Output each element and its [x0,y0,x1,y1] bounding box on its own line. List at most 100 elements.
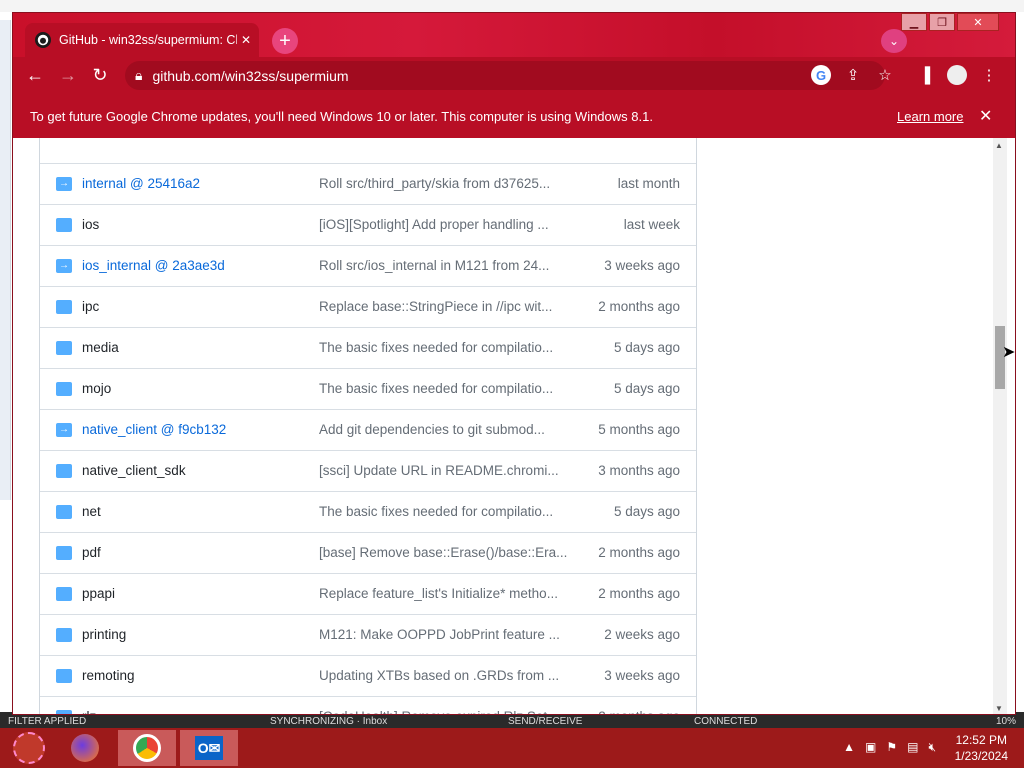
tab-title: GitHub - win32ss/supermium: Ch [59,33,237,47]
file-row: rlz [CodeHealth] Remove expired Rlz.Set..… [40,696,696,714]
folder-icon [56,669,72,683]
commit-message-link[interactable]: Add git dependencies to git submod... [319,422,545,437]
file-name-link[interactable]: pdf [82,545,101,560]
folder-icon [56,341,72,355]
file-row: native_client_sdk [ssci] Update URL in RE… [40,450,696,491]
maximize-button[interactable]: ❐ [929,13,955,31]
background-title-strip [0,0,1024,12]
taskbar: O✉ ▲ ▣ ⚑ ▤ 🔇︎ 12:52 PM 1/23/2024 [0,728,1024,768]
commit-age: 3 months ago [598,463,680,478]
firefox-icon[interactable] [56,730,114,766]
commit-age: 3 weeks ago [604,258,680,273]
file-name-link[interactable]: printing [82,627,126,642]
tray-expand-icon[interactable]: ▲ [843,740,855,755]
commit-message-link[interactable]: [base] Remove base::Erase()/base::Era... [319,545,567,560]
commit-age: 5 months ago [598,422,680,437]
browser-toolbar: ← → ↻ 🔒︎ github.com/win32ss/supermium G … [13,57,1015,94]
url-text: github.com/win32ss/supermium [152,67,349,84]
chrome-icon[interactable] [118,730,176,766]
new-tab-button[interactable]: + [272,28,298,54]
file-row: pdf [base] Remove base::Erase()/base::Era… [40,532,696,573]
file-row: printing M121: Make OOPPD JobPrint featur… [40,614,696,655]
file-name-link[interactable]: mojo [82,381,111,396]
file-name-link[interactable]: net [82,504,101,519]
commit-age: 2 months ago [598,545,680,560]
file-name-link[interactable]: ios_internal @ 2a3ae3d [82,258,225,273]
side-panel-icon[interactable]: ▐ [915,65,935,85]
commit-message-link[interactable]: The basic fixes needed for compilatio... [319,381,553,396]
file-name-link[interactable]: remoting [82,668,135,683]
window-controls: ▁ ❐ ✕ [901,13,999,31]
close-tab-icon[interactable]: ✕ [241,33,251,47]
commit-age: 5 days ago [613,504,680,519]
minimize-button[interactable]: ▁ [901,13,927,31]
page-content: → internal @ 25416a2 Roll src/third_party/… [13,138,1015,714]
google-lens-icon[interactable]: G [811,65,831,85]
commit-message-link[interactable]: The basic fixes needed for compilatio... [319,504,553,519]
file-row: mojo The basic fixes needed for compilati… [40,368,696,409]
chrome-window: GitHub - win32ss/supermium: Ch ✕ + ⌄ ▁ ❐… [12,12,1016,715]
file-name-link[interactable]: media [82,340,119,355]
folder-icon [56,587,72,601]
commit-message-link[interactable]: Replace base::StringPiece in //ipc wit..… [319,299,552,314]
commit-message-link[interactable]: [iOS][Spotlight] Add proper handling ... [319,217,549,232]
mute-icon[interactable]: 🔇︎ [928,740,936,755]
share-icon[interactable]: ⇪ [843,65,863,85]
background-sidebar [0,20,11,500]
commit-age: 2 months ago [598,709,680,714]
commit-age: last week [623,217,680,232]
commit-message-link[interactable]: Roll src/ios_internal in M121 from 24... [319,258,549,273]
mouse-cursor-icon: ➤ [1002,344,1016,361]
file-list: → internal @ 25416a2 Roll src/third_party/… [39,138,697,714]
commit-age: 3 weeks ago [604,668,680,683]
address-bar[interactable]: 🔒︎ github.com/win32ss/supermium [125,61,885,90]
commit-age: 2 months ago [598,586,680,601]
vertical-scrollbar[interactable]: ▲ ▼ [993,138,1007,714]
scroll-up-icon[interactable]: ▲ [995,141,1003,150]
commit-age: last month [617,176,680,191]
commit-message-link[interactable]: Replace feature_list's Initialize* metho… [319,586,558,601]
commit-message-link[interactable]: The basic fixes needed for compilatio... [319,340,553,355]
commit-message-link[interactable]: M121: Make OOPPD JobPrint feature ... [319,627,560,642]
learn-more-link[interactable]: Learn more [897,109,963,124]
close-infobar-icon[interactable]: ✕ [979,106,992,126]
menu-dots-icon[interactable]: ⋮ [979,65,999,85]
system-tray: ▲ ▣ ⚑ ▤ 🔇︎ [843,740,936,755]
file-name-link[interactable]: native_client_sdk [82,463,186,478]
file-name-link[interactable]: native_client @ f9cb132 [82,422,226,437]
file-name-link[interactable]: ios [82,217,99,232]
folder-icon [56,464,72,478]
clock-date: 1/23/2024 [954,749,1008,763]
file-name-link[interactable]: ppapi [82,586,115,601]
clock[interactable]: 12:52 PM 1/23/2024 [955,732,1008,764]
file-name-link[interactable]: internal @ 25416a2 [82,176,200,191]
reload-icon[interactable]: ↻ [88,63,112,87]
network-icon[interactable]: ▤ [907,740,918,755]
file-row: media The basic fixes needed for compilat… [40,327,696,368]
file-row: → ios_internal @ 2a3ae3d Roll src/ios_inte… [40,245,696,286]
close-window-button[interactable]: ✕ [957,13,999,31]
commit-message-link[interactable]: Roll src/third_party/skia from d37625... [319,176,550,191]
start-button[interactable] [0,730,58,766]
file-name-link[interactable]: rlz [82,709,96,714]
file-row: ppapi Replace feature_list's Initialize* … [40,573,696,614]
submodule-icon: → [56,259,72,273]
submodule-icon: → [56,423,72,437]
outlook-icon[interactable]: O✉ [180,730,238,766]
commit-message-link[interactable]: Updating XTBs based on .GRDs from ... [319,668,559,683]
commit-age: 2 months ago [598,299,680,314]
bookmark-star-icon[interactable]: ☆ [875,65,895,85]
file-row: remoting Updating XTBs based on .GRDs fro… [40,655,696,696]
scroll-down-icon[interactable]: ▼ [995,704,1003,713]
tray-app-icon[interactable]: ▣ [865,740,876,755]
forward-arrow-icon[interactable]: → [56,63,80,87]
tab-github[interactable]: GitHub - win32ss/supermium: Ch ✕ [25,23,259,57]
file-name-link[interactable]: ipc [82,299,99,314]
commit-age: 2 weeks ago [604,627,680,642]
tab-search-button[interactable]: ⌄ [881,29,907,53]
profile-avatar[interactable] [947,65,967,85]
commit-message-link[interactable]: [CodeHealth] Remove expired Rlz.Set... [319,709,558,714]
back-arrow-icon[interactable]: ← [23,63,47,87]
commit-message-link[interactable]: [ssci] Update URL in README.chromi... [319,463,559,478]
flag-icon[interactable]: ⚑ [886,740,897,755]
